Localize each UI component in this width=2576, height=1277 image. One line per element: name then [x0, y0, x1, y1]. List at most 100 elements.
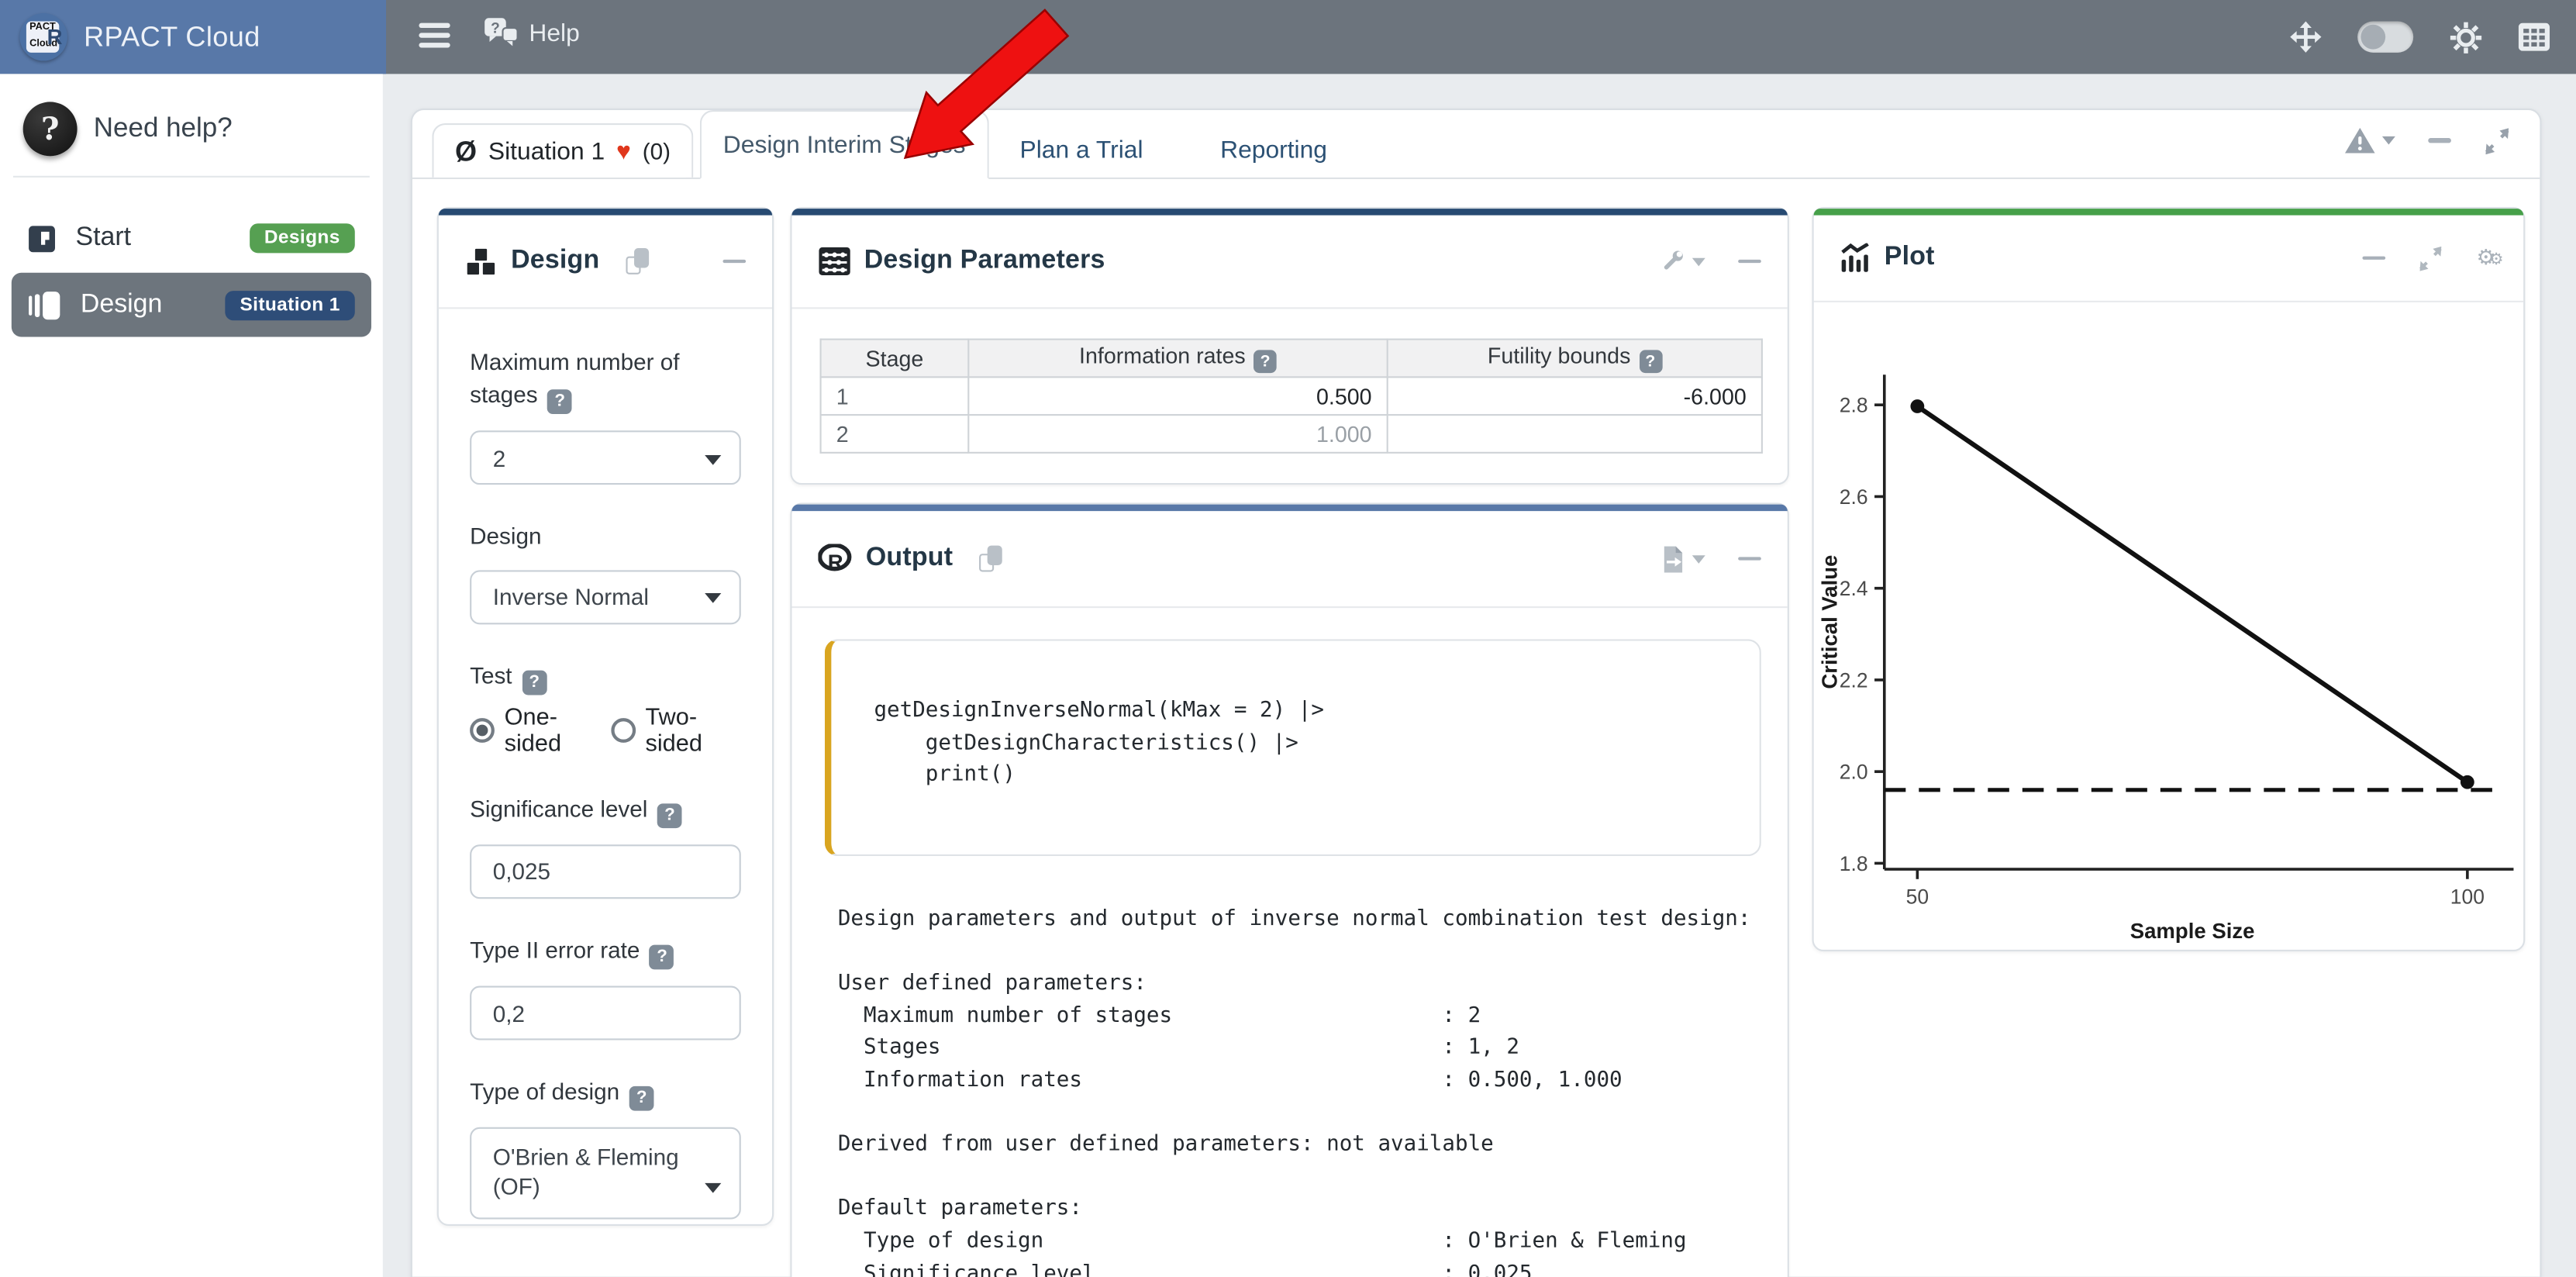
expand-icon — [2419, 246, 2443, 271]
critical-value-chart: 1.82.02.22.42.62.850100Sample SizeCritic… — [1814, 302, 2524, 953]
table-row: 10.500-6.000 — [821, 377, 1762, 415]
svg-text:2.6: 2.6 — [1840, 485, 1868, 509]
rpact-logo-icon: PACT Cloud R — [19, 13, 67, 60]
need-help-link[interactable]: ? Need help? — [23, 102, 233, 156]
help-icon[interactable]: ? — [629, 1086, 654, 1111]
one-sided-radio[interactable] — [470, 719, 495, 744]
brand-area[interactable]: PACT Cloud R RPACT Cloud — [0, 0, 386, 74]
design-panel: Design Maximum number of stages? 2 Desig… — [437, 207, 774, 1226]
sidebar-item-design[interactable]: Design Situation 1 — [12, 273, 371, 337]
plot-settings-button[interactable]: ⚙⚙ — [2477, 245, 2498, 271]
design-icon — [28, 290, 60, 319]
minus-icon — [722, 259, 746, 263]
wrench-icon — [1659, 248, 1685, 274]
app-root: PACT Cloud R RPACT Cloud ? Help — [0, 0, 2576, 1277]
chevron-down-icon — [1692, 257, 1705, 266]
fullscreen-icon[interactable] — [2290, 22, 2321, 53]
help-icon[interactable]: ? — [1254, 350, 1277, 374]
collapse-button[interactable] — [1738, 259, 1761, 263]
minus-icon — [1738, 557, 1761, 561]
empty-set-icon: Ø — [455, 137, 477, 165]
help-label: Help — [529, 19, 579, 47]
export-dropdown[interactable] — [1661, 545, 1705, 573]
grid-apps-icon[interactable] — [2519, 23, 2550, 51]
sidebar-item-start[interactable]: Start Designs — [12, 209, 371, 267]
sidebar: ? Need help? Start Designs Design Situat… — [0, 74, 383, 1277]
start-icon — [28, 224, 56, 252]
chevron-down-icon — [705, 455, 721, 465]
collapse-button[interactable] — [1738, 557, 1761, 561]
collapse-button[interactable] — [2363, 256, 2386, 260]
tools-dropdown[interactable] — [1659, 248, 1705, 274]
cubes-icon — [465, 246, 498, 277]
output-panel: R Output — [790, 502, 1789, 1277]
tab-reporting[interactable]: Reporting — [1194, 123, 1354, 178]
max-stages-label: Maximum number of stages? — [470, 345, 716, 415]
design-parameters-table: StageInformation rates?Futility bounds? … — [820, 339, 1763, 454]
code-text: getDesignInverseNormal(kMax = 2) |> getD… — [874, 695, 1736, 792]
type-of-design-select[interactable]: O'Brien & Fleming (OF) — [470, 1127, 741, 1220]
main-content-card: Ø Situation 1 ♥ (0) Design Interim Stage… — [411, 109, 2542, 1277]
help-chat-icon: ? — [483, 16, 519, 49]
help-icon[interactable]: ? — [522, 670, 547, 695]
svg-text:1.8: 1.8 — [1840, 852, 1868, 875]
value-cell[interactable] — [1388, 415, 1762, 453]
copy-icon[interactable] — [979, 546, 1002, 572]
help-icon[interactable]: ? — [650, 945, 674, 970]
theme-toggle[interactable] — [2357, 22, 2413, 53]
tab-plan-a-trial[interactable]: Plan a Trial — [994, 123, 1170, 178]
design-parameters-panel: Design Parameters — [790, 207, 1789, 485]
column-header: Stage — [821, 340, 969, 378]
help-icon[interactable]: ? — [657, 803, 682, 828]
help-icon[interactable]: ? — [547, 390, 572, 415]
tab-bar: Ø Situation 1 ♥ (0) Design Interim Stage… — [412, 110, 2540, 179]
warning-icon — [2344, 126, 2375, 154]
collapse-button[interactable] — [2428, 138, 2451, 142]
warnings-dropdown[interactable] — [2344, 126, 2395, 154]
sidebar-item-label: Start — [75, 223, 249, 253]
type2-error-input[interactable] — [470, 986, 741, 1041]
two-sided-radio[interactable] — [611, 719, 636, 744]
type2-error-label: Type II error rate? — [470, 934, 741, 970]
help-menu[interactable]: ? Help — [483, 16, 580, 49]
help-icon[interactable]: ? — [1639, 350, 1662, 374]
svg-text:2.4: 2.4 — [1840, 577, 1868, 600]
significance-label: Significance level? — [470, 792, 741, 828]
heart-icon[interactable]: ♥ — [616, 137, 631, 165]
gears-icon: ⚙⚙ — [2477, 245, 2498, 271]
test-label: Test? — [470, 658, 741, 695]
minus-icon — [2363, 256, 2386, 260]
sidebar-divider — [13, 176, 370, 178]
column-header: Futility bounds? — [1388, 340, 1762, 378]
max-stages-select[interactable]: 2 — [470, 431, 741, 485]
expand-button[interactable] — [2419, 246, 2443, 271]
toggle-knob — [2360, 25, 2385, 50]
plot-panel: Plot ⚙⚙ 1.82.02.22.42.62.850100Sample Si… — [1812, 207, 2526, 951]
test-radio-group: One-sided Two-sided — [470, 705, 741, 758]
design-select[interactable]: Inverse Normal — [470, 570, 741, 624]
chevron-down-icon — [2382, 136, 2395, 145]
minus-icon — [1738, 259, 1761, 263]
value-cell[interactable]: 0.500 — [968, 377, 1387, 415]
expand-button[interactable] — [2484, 127, 2510, 154]
chevron-down-icon — [705, 593, 721, 603]
collapse-button[interactable] — [722, 259, 746, 263]
tab-situation[interactable]: Ø Situation 1 ♥ (0) — [432, 123, 693, 178]
value-cell[interactable]: 1.000 — [968, 415, 1387, 453]
chart-icon — [1840, 243, 1871, 273]
r-logo-icon: R — [818, 544, 853, 573]
sidebar-toggle-icon[interactable] — [419, 23, 450, 50]
sun-settings-icon[interactable] — [2450, 20, 2482, 53]
panel-title: Design — [511, 247, 599, 276]
panel-accent — [791, 209, 1787, 215]
value-cell[interactable]: -6.000 — [1388, 377, 1762, 415]
panel-accent — [1814, 209, 2524, 215]
situation-badge: Situation 1 — [225, 290, 354, 319]
favorite-count: (0) — [643, 138, 671, 164]
svg-text:Critical Value: Critical Value — [1817, 555, 1841, 689]
svg-text:Sample Size: Sample Size — [2130, 919, 2255, 943]
copy-icon[interactable] — [626, 248, 649, 274]
significance-input[interactable] — [470, 844, 741, 899]
tab-design-interim-stages[interactable]: Design Interim Stages — [700, 110, 988, 179]
svg-text:2.2: 2.2 — [1840, 668, 1868, 692]
